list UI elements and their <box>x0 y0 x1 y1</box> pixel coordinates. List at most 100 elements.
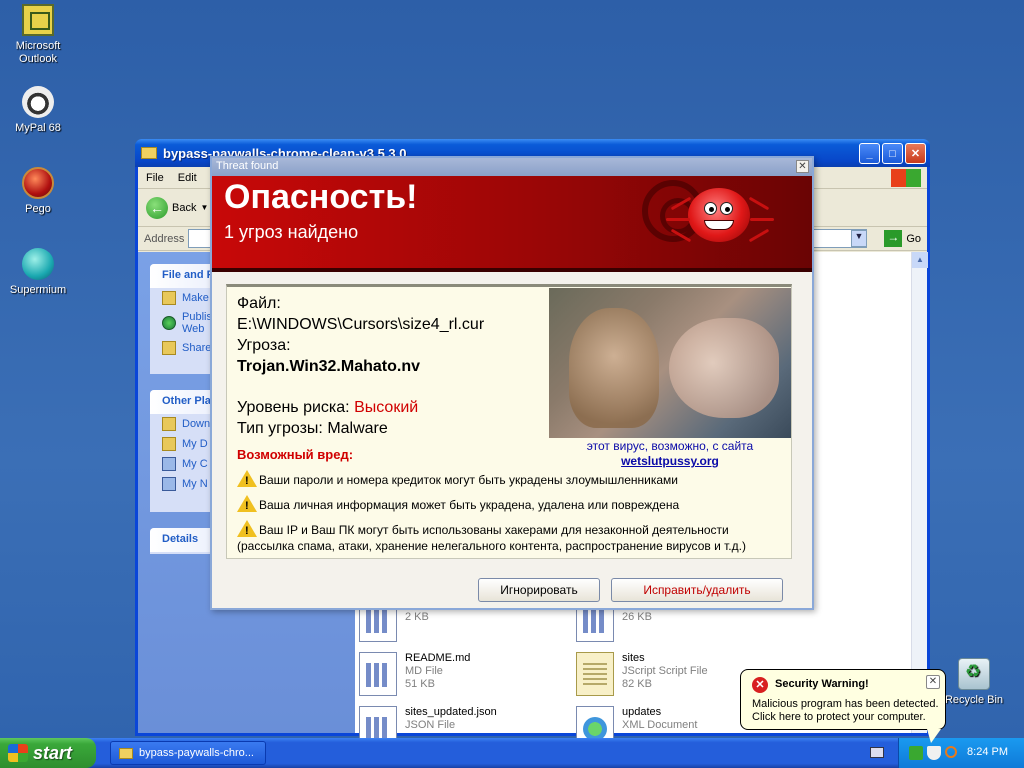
close-button[interactable]: ✕ <box>905 143 926 164</box>
photo-caption: этот вирус, возможно, с сайта wetslutpus… <box>549 439 791 469</box>
security-shield-icon[interactable] <box>927 746 941 760</box>
warning-icon <box>237 495 257 514</box>
maximize-button[interactable]: □ <box>882 143 903 164</box>
balloon-title: Security Warning! <box>775 678 869 690</box>
site-link[interactable]: wetslutpussy.org <box>549 454 791 469</box>
file-type: XML Document <box>622 719 698 731</box>
desktop-icon-label: Microsoft Outlook <box>15 40 61 65</box>
keyboard-icon[interactable] <box>870 747 884 758</box>
harm-text: Ваши пароли и номера кредиток могут быть… <box>259 473 678 487</box>
threat-details-panel: Файл: E:\WINDOWS\Cursors\size4_rl.cur Уг… <box>226 284 792 559</box>
minimize-button[interactable]: _ <box>859 143 880 164</box>
risk-label: Уровень риска: <box>237 399 350 416</box>
desktop-icon-outlook[interactable]: Microsoft Outlook <box>0 4 76 66</box>
place-label: My C <box>182 458 208 470</box>
threat-dialog[interactable]: Threat found ✕ Опасность! 1 угроз найден… <box>210 156 814 610</box>
task-label: Make <box>182 292 209 304</box>
address-dropdown-icon[interactable]: ▼ <box>851 230 867 247</box>
ignore-button[interactable]: Игнорировать <box>478 578 600 602</box>
search-icon[interactable] <box>945 746 957 758</box>
harm-item: Ваш IP и Ваш ПК могут быть использованы … <box>237 520 777 554</box>
recycle-bin-icon <box>958 658 990 690</box>
place-label: My D <box>182 438 208 450</box>
clock[interactable]: 8:24 PM <box>967 746 1008 758</box>
outlook-icon <box>22 4 54 36</box>
file-name: sites_updated.json <box>405 706 497 718</box>
go-arrow-icon: → <box>884 230 903 247</box>
possible-harm-title: Возможный вред: <box>237 447 354 462</box>
desktop-icon-supermium[interactable]: Supermium <box>0 248 76 297</box>
file-size: 51 KB <box>405 678 435 690</box>
back-label: Back <box>172 201 197 214</box>
risk-value: Высокий <box>354 399 419 416</box>
desktop-icon-label: Pego <box>25 203 51 215</box>
publish-web-icon <box>162 316 176 330</box>
task-label: Share <box>182 342 212 354</box>
vertical-scrollbar[interactable] <box>911 252 928 733</box>
threat-label: Угроза: <box>237 337 291 354</box>
folder-icon <box>141 147 157 159</box>
desktop-icon-recycle-bin[interactable]: Recycle Bin <box>936 658 1012 707</box>
network-tray-icon[interactable] <box>909 746 923 760</box>
supermium-icon <box>22 248 54 280</box>
balloon-text: Malicious program has been detected. Cli… <box>752 698 939 723</box>
file-item[interactable]: README.md MD File 51 KB <box>359 652 559 702</box>
fix-remove-button[interactable]: Исправить/удалить <box>611 578 783 602</box>
harm-text: Ваша личная информация может быть украде… <box>259 498 680 512</box>
warning-icon <box>237 520 257 539</box>
desktop-icon-label: Recycle Bin <box>944 694 1004 706</box>
windows-logo-icon <box>891 169 921 187</box>
threat-count: 1 угроз найдено <box>224 222 359 242</box>
advertisement-photo[interactable] <box>549 288 791 438</box>
file-name: sites <box>622 652 645 664</box>
file-label: Файл: <box>237 295 281 312</box>
start-label: start <box>33 742 73 763</box>
file-name: updates <box>622 706 662 718</box>
documents-icon <box>162 437 176 451</box>
close-icon[interactable]: ✕ <box>796 160 809 173</box>
file-size: 2 KB <box>405 611 429 623</box>
back-button[interactable]: ← Back ▼ <box>146 196 208 219</box>
file-size: 26 KB <box>622 611 652 623</box>
pego-icon <box>22 167 54 199</box>
error-icon: ✕ <box>752 677 768 693</box>
file-type: JScript Script File <box>622 665 708 677</box>
menu-file[interactable]: File <box>146 172 164 184</box>
address-label: Address <box>144 232 185 245</box>
danger-banner: Опасность! 1 угроз найдено <box>212 176 812 272</box>
risk-row: Уровень риска: Высокий <box>237 399 418 417</box>
type-row: Тип угрозы: Malware <box>237 420 388 438</box>
threat-dialog-titlebar[interactable]: Threat found ✕ <box>212 158 812 176</box>
taskbar-explorer-button[interactable]: bypass-paywalls-chro... <box>110 741 266 765</box>
desktop-icon-label: Supermium <box>9 284 67 296</box>
close-icon[interactable]: ✕ <box>926 675 940 689</box>
type-value: Malware <box>327 420 388 437</box>
share-icon <box>162 341 176 355</box>
menu-edit[interactable]: Edit <box>178 172 197 184</box>
threat-name: Trojan.Win32.Mahato.nv <box>237 358 420 375</box>
spider-icon <box>688 188 750 242</box>
place-label: Down <box>182 418 211 430</box>
file-path: E:\WINDOWS\Cursors\size4_rl.cur <box>237 316 485 333</box>
desktop-icon-mypal[interactable]: MyPal 68 <box>0 86 76 135</box>
computer-icon <box>162 457 176 471</box>
security-warning-balloon[interactable]: ✕ Security Warning! ✕ Malicious program … <box>740 669 946 743</box>
new-folder-icon <box>162 291 176 305</box>
danger-heading: Опасность! <box>224 178 418 216</box>
folder-icon <box>162 417 176 431</box>
type-label: Тип угрозы: <box>237 420 323 437</box>
task-label: Publis Web <box>182 311 212 335</box>
network-icon <box>162 477 176 491</box>
go-button[interactable]: → Go <box>884 230 921 247</box>
file-name: README.md <box>405 652 471 664</box>
windows-logo-icon <box>8 744 28 762</box>
script-file-icon <box>576 652 614 696</box>
caption-text: этот вирус, возможно, с сайта <box>586 439 754 453</box>
file-type: MD File <box>405 665 443 677</box>
place-label: My N <box>182 478 208 490</box>
desktop-icon-pego[interactable]: Pego <box>0 167 76 216</box>
chevron-down-icon[interactable]: ▼ <box>200 203 208 212</box>
harm-item: Ваши пароли и номера кредиток могут быть… <box>237 470 777 489</box>
desktop-icon-label: MyPal 68 <box>15 122 61 134</box>
start-button[interactable]: start <box>0 738 96 768</box>
